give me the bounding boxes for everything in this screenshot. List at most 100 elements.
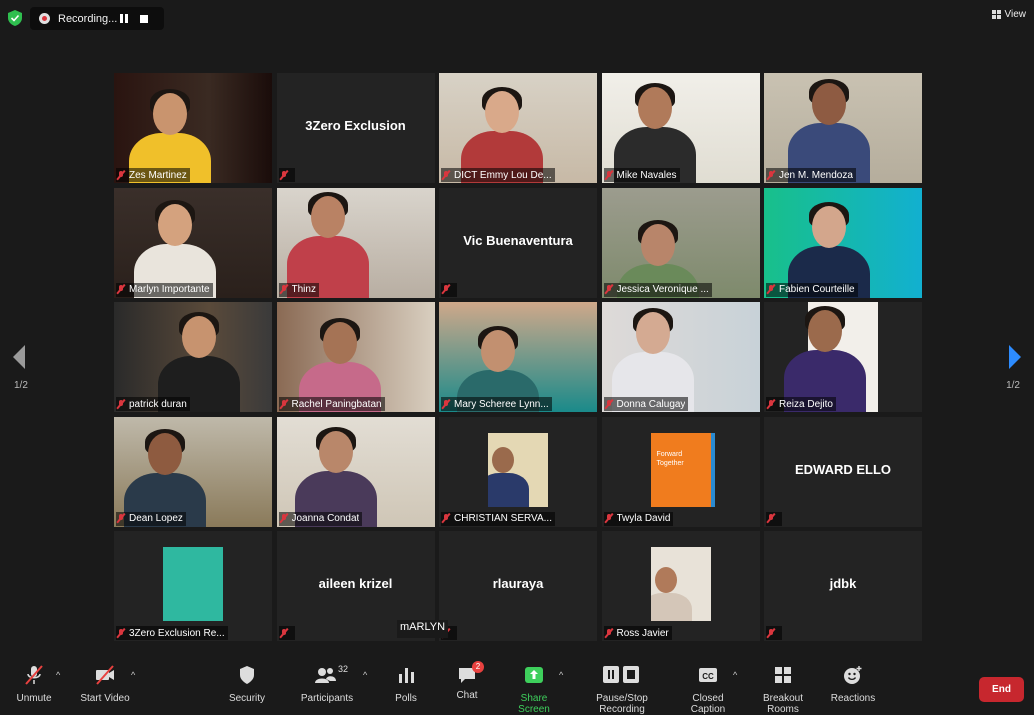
breakout-rooms-label: Breakout Rooms [762, 693, 804, 715]
participant-name: Mike Navales [616, 169, 677, 181]
participant-tile[interactable]: DICT Emmy Lou De... [439, 73, 597, 183]
participant-name-tag: Jessica Veronique ... [603, 282, 712, 297]
microphone-muted-icon [116, 513, 126, 524]
participant-tile[interactable]: Ross Javier [601, 531, 760, 641]
microphone-muted-icon [441, 399, 451, 410]
pause-recording-icon[interactable] [120, 13, 130, 24]
participant-tile[interactable]: Forward Together Twyla David [601, 416, 760, 527]
video-inset [650, 547, 711, 621]
page-indicator-right: 1/2 [1006, 380, 1020, 391]
participant-name: Twyla David [616, 513, 671, 524]
participant-face [158, 203, 192, 246]
participant-name: Joanna Condat [291, 513, 360, 524]
share-screen-icon [525, 667, 543, 683]
participant-name: Mary Scheree Lynn... [454, 398, 549, 410]
pause-stop-recording-button[interactable]: Pause/Stop Recording [575, 664, 669, 715]
microphone-muted-icon [116, 170, 126, 181]
participant-name-tag: Donna Calugay [603, 397, 689, 411]
participant-tile[interactable]: Dean Lopez [114, 416, 272, 527]
previous-page-icon[interactable] [13, 345, 25, 369]
view-label: View [1004, 9, 1027, 20]
video-options-caret[interactable]: ^ [131, 670, 135, 680]
participant-tile[interactable]: Rachel Paningbatan [276, 302, 435, 412]
participant-tile[interactable]: Mary Scheree Lynn... [439, 302, 597, 412]
polls-button[interactable]: Polls [386, 664, 426, 704]
participant-name: patrick duran [129, 398, 187, 410]
stop-recording-icon[interactable] [140, 14, 148, 23]
svg-text:CC: CC [702, 672, 714, 681]
microphone-muted-icon [116, 399, 126, 410]
gallery-grid: Zes Martinez 3Zero Exclusion DICT Emmy Lou… [113, 72, 922, 641]
polls-label: Polls [395, 693, 417, 704]
participant-tile[interactable]: 3Zero Exclusion [276, 73, 435, 183]
participant-face [637, 87, 672, 129]
participants-count: 32 [338, 664, 349, 674]
participant-tile[interactable]: Marlyn Importante [114, 187, 272, 298]
participant-tile[interactable]: Jessica Veronique ... [601, 187, 760, 298]
shield-icon[interactable] [8, 10, 22, 26]
microphone-muted-icon [279, 399, 289, 410]
recording-dot-icon [39, 13, 50, 24]
participant-tile[interactable]: jdbk [764, 531, 922, 641]
chat-label: Chat [456, 690, 478, 701]
caption-options-caret[interactable]: ^ [733, 670, 737, 680]
end-label: End [992, 684, 1011, 695]
participant-face [481, 330, 515, 372]
microphone-muted-icon [766, 399, 776, 410]
participant-tile[interactable]: Zes Martinez [114, 73, 272, 183]
participants-options-caret[interactable]: ^ [363, 670, 367, 680]
participant-tile[interactable]: CHRISTIAN SERVA... [439, 416, 597, 527]
participant-tile[interactable]: Donna Calugay [601, 302, 760, 412]
participant-tile[interactable]: 3Zero Exclusion Re... [114, 531, 272, 641]
participant-tile[interactable]: Fabien Courteille [764, 187, 922, 298]
participant-tile[interactable]: Reiza Dejito [764, 302, 922, 412]
grid-view-icon [991, 10, 1001, 19]
security-label: Security [228, 693, 266, 704]
breakout-rooms-button[interactable]: Breakout Rooms [748, 664, 818, 715]
poster-title-line1: Forward [656, 450, 683, 458]
participant-tile[interactable]: Thinz [276, 187, 435, 298]
participant-name-tag [278, 626, 295, 640]
participant-name-tag: Ross Javier [603, 626, 672, 640]
audio-options-caret[interactable]: ^ [56, 670, 60, 680]
reactions-button[interactable]: Reactions [829, 664, 877, 704]
chat-button[interactable]: 2 Chat [447, 661, 487, 701]
participant-name-tag [441, 282, 457, 297]
participant-tile[interactable]: rlauraya [439, 531, 597, 641]
security-button[interactable]: Security [227, 664, 267, 704]
microphone-muted-icon [604, 628, 614, 639]
closed-caption-button[interactable]: CC Closed Caption [676, 664, 740, 715]
participants-button[interactable]: 32 Participants [300, 664, 354, 704]
next-page-icon[interactable] [1009, 345, 1021, 369]
participant-tile[interactable]: patrick duran [114, 302, 272, 412]
share-screen-button[interactable]: Share Screen [505, 664, 563, 715]
participant-name: Dean Lopez [129, 513, 183, 524]
participant-name-tag: Mike Navales [603, 168, 680, 182]
participant-name-tag: Fabien Courteille [766, 282, 858, 297]
participant-tile[interactable]: EDWARD ELLO [764, 416, 922, 527]
participants-label: Participants [300, 693, 354, 704]
participant-face [812, 205, 846, 248]
microphone-muted-icon [279, 513, 289, 524]
participant-name-tag: Joanna Condat [278, 511, 363, 526]
participant-display-name: aileen krizel [318, 576, 393, 591]
unmute-button[interactable]: Unmute [14, 664, 54, 704]
participant-tile[interactable]: Jen M. Mendoza [764, 73, 922, 183]
start-video-label: Start Video [80, 693, 130, 704]
participant-tile[interactable]: Mike Navales [601, 73, 760, 183]
end-meeting-button[interactable]: End [979, 677, 1024, 702]
participant-tile[interactable]: Vic Buenaventura [439, 187, 597, 298]
participant-tile[interactable]: Joanna Condat [276, 416, 435, 527]
poster-image: Forward Together [650, 432, 715, 507]
participant-name-tag: Twyla David [603, 511, 674, 526]
view-button[interactable]: View [991, 9, 1027, 20]
start-video-button[interactable]: Start Video [80, 664, 130, 704]
participant-name-tag: Mary Scheree Lynn... [441, 397, 552, 411]
participant-name-tag: 3Zero Exclusion Re... [116, 626, 228, 640]
pause-stop-icon [603, 666, 639, 683]
polls-icon [399, 668, 414, 683]
participant-name: Reiza Dejito [779, 398, 833, 410]
participant-name: 3Zero Exclusion Re... [129, 627, 225, 639]
share-options-caret[interactable]: ^ [559, 670, 563, 680]
participant-display-name: Vic Buenaventura [463, 232, 573, 248]
